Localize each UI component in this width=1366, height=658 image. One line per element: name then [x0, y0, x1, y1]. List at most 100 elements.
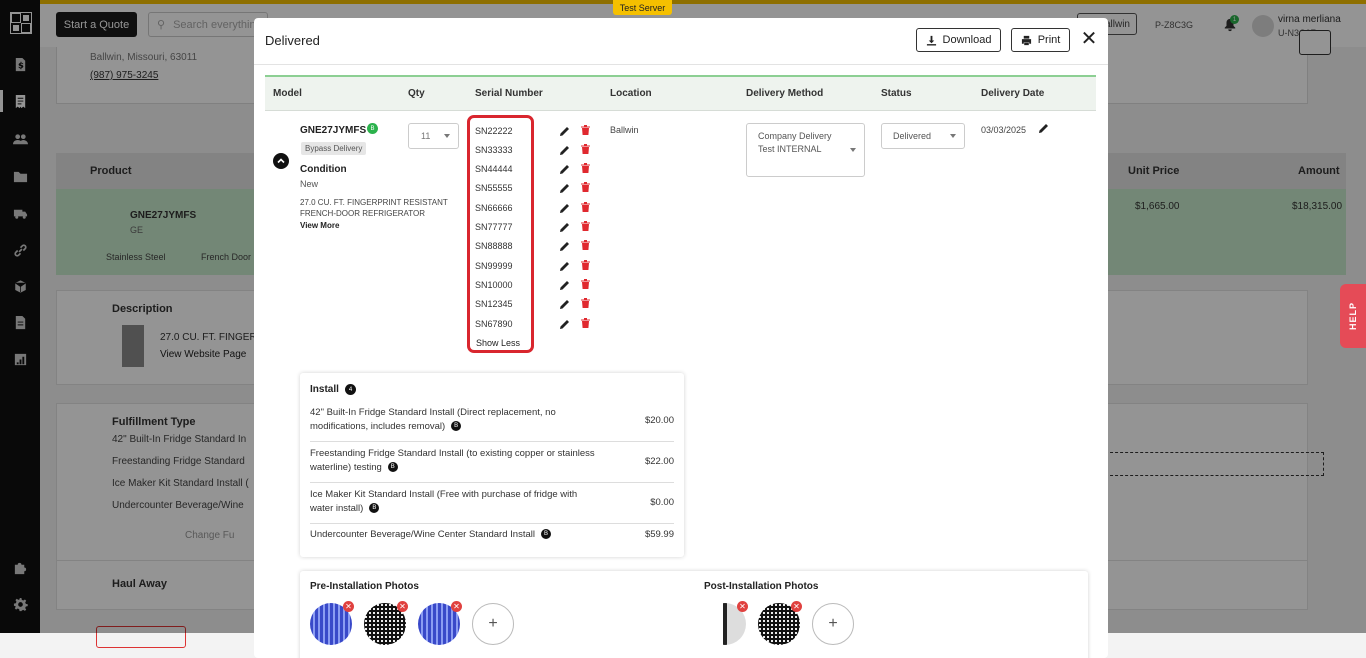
info-icon[interactable]: B	[540, 529, 551, 540]
col-location: Location	[610, 88, 652, 99]
photo-thumbnail[interactable]: ✕	[364, 601, 408, 645]
product-description: FRENCH-DOOR REFRIGERATOR	[300, 209, 426, 218]
edit-serial-icon[interactable]	[560, 240, 570, 251]
install-item-price: $20.00	[644, 415, 674, 426]
delete-serial-icon[interactable]	[581, 201, 590, 212]
download-label: Download	[942, 34, 992, 46]
modal-divider	[254, 64, 1108, 65]
serial-number: SN77777	[475, 222, 513, 232]
install-item-label: Freestanding Fridge Standard Install (to…	[310, 448, 595, 473]
remove-photo-icon[interactable]: ✕	[343, 601, 354, 612]
delete-serial-icon[interactable]	[581, 181, 590, 192]
install-item-price: $22.00	[644, 456, 674, 467]
photos-card: Pre-Installation Photos Post-Installatio…	[300, 571, 1088, 658]
serial-number: SN67890	[475, 319, 513, 329]
chevron-up-icon	[277, 158, 285, 164]
divider	[310, 441, 674, 442]
edit-serial-icon[interactable]	[560, 318, 570, 329]
add-post-photo-button[interactable]: +	[812, 603, 854, 645]
view-more-link[interactable]: View More	[300, 221, 339, 230]
status-value: Delivered	[893, 131, 932, 141]
serial-number: SN33333	[475, 145, 513, 155]
serial-number: SN55555	[475, 183, 513, 193]
info-icon[interactable]: B	[387, 462, 398, 473]
remove-photo-icon[interactable]: ✕	[397, 601, 408, 612]
divider	[310, 482, 674, 483]
delivery-table-header	[265, 75, 1096, 111]
post-install-photos-title: Post-Installation Photos	[704, 581, 819, 592]
edit-serial-icon[interactable]	[560, 144, 570, 155]
delete-serial-icon[interactable]	[581, 239, 590, 250]
delivery-method-value: Company Delivery Test INTERNAL	[758, 131, 832, 154]
photo-thumbnail[interactable]: ✕	[704, 601, 748, 645]
serial-number: SN88888	[475, 241, 513, 251]
chevron-down-icon	[850, 148, 856, 152]
edit-serial-icon[interactable]	[560, 125, 570, 136]
info-icon[interactable]: B	[451, 421, 462, 432]
qty-select[interactable]: 11	[408, 123, 459, 149]
location-value: Ballwin	[610, 125, 639, 135]
collapse-row-button[interactable]	[273, 153, 289, 169]
status-select[interactable]: Delivered	[881, 123, 965, 149]
delete-serial-icon[interactable]	[581, 124, 590, 135]
delete-serial-icon[interactable]	[581, 162, 590, 173]
qty-value: 11	[421, 131, 431, 141]
show-less-link[interactable]: Show Less	[476, 338, 520, 348]
add-pre-photo-button[interactable]: +	[472, 603, 514, 645]
remove-photo-icon[interactable]: ✕	[451, 601, 462, 612]
serial-number: SN99999	[475, 261, 513, 271]
edit-serial-icon[interactable]	[560, 182, 570, 193]
remove-photo-icon[interactable]: ✕	[737, 601, 748, 612]
edit-date-icon[interactable]	[1039, 122, 1049, 133]
modal-title: Delivered	[265, 33, 320, 48]
install-item-label: Ice Maker Kit Standard Install (Free wit…	[310, 489, 578, 514]
model-name: GNE27JYMFS	[300, 125, 367, 136]
print-button[interactable]: Print	[1011, 28, 1070, 52]
col-serial-number: Serial Number	[475, 88, 543, 99]
model-badge: B	[367, 123, 378, 134]
edit-serial-icon[interactable]	[560, 221, 570, 232]
photo-thumbnail[interactable]: ✕	[310, 601, 354, 645]
install-count-badge: 4	[345, 384, 356, 395]
help-tab[interactable]: HELP	[1340, 284, 1366, 348]
edit-serial-icon[interactable]	[560, 298, 570, 309]
download-icon	[926, 35, 936, 46]
delivery-date-value: 03/03/2025	[981, 125, 1027, 135]
edit-serial-icon[interactable]	[560, 202, 570, 213]
chevron-down-icon	[950, 134, 956, 138]
serial-number: SN12345	[475, 299, 513, 309]
serial-number: SN10000	[475, 280, 513, 290]
install-item-price: $0.00	[650, 497, 674, 508]
test-server-badge: Test Server	[613, 0, 672, 15]
info-icon[interactable]: B	[369, 503, 380, 514]
product-description: 27.0 CU. FT. FINGERPRINT RESISTANT	[300, 198, 448, 207]
chevron-down-icon	[444, 134, 450, 138]
col-status: Status	[881, 88, 912, 99]
delete-serial-icon[interactable]	[581, 317, 590, 328]
serial-number: SN44444	[475, 164, 513, 174]
delivery-method-select[interactable]: Company Delivery Test INTERNAL	[746, 123, 865, 177]
remove-photo-icon[interactable]: ✕	[791, 601, 802, 612]
delete-serial-icon[interactable]	[581, 143, 590, 154]
printer-icon	[1021, 35, 1031, 45]
delete-serial-icon[interactable]	[581, 259, 590, 270]
edit-serial-icon[interactable]	[560, 260, 570, 271]
download-button[interactable]: Download	[916, 28, 1001, 52]
delete-serial-icon[interactable]	[581, 297, 590, 308]
edit-serial-icon[interactable]	[560, 279, 570, 290]
col-delivery-date: Delivery Date	[981, 88, 1045, 99]
delete-serial-icon[interactable]	[581, 220, 590, 231]
serial-number: SN22222	[475, 126, 513, 136]
serial-number: SN66666	[475, 203, 513, 213]
photo-thumbnail[interactable]: ✕	[418, 601, 462, 645]
condition-value: New	[300, 179, 319, 189]
close-icon[interactable]: ✕	[1080, 29, 1098, 49]
help-label: HELP	[1348, 301, 1359, 331]
delete-serial-icon[interactable]	[581, 278, 590, 289]
delivered-modal: Delivered Download Print ✕ Model Qty Ser…	[254, 18, 1108, 658]
print-label: Print	[1037, 34, 1061, 46]
photo-thumbnail[interactable]: ✕	[758, 601, 802, 645]
pre-install-photos-title: Pre-Installation Photos	[310, 581, 419, 592]
install-item-price: $59.99	[644, 529, 674, 540]
edit-serial-icon[interactable]	[560, 163, 570, 174]
